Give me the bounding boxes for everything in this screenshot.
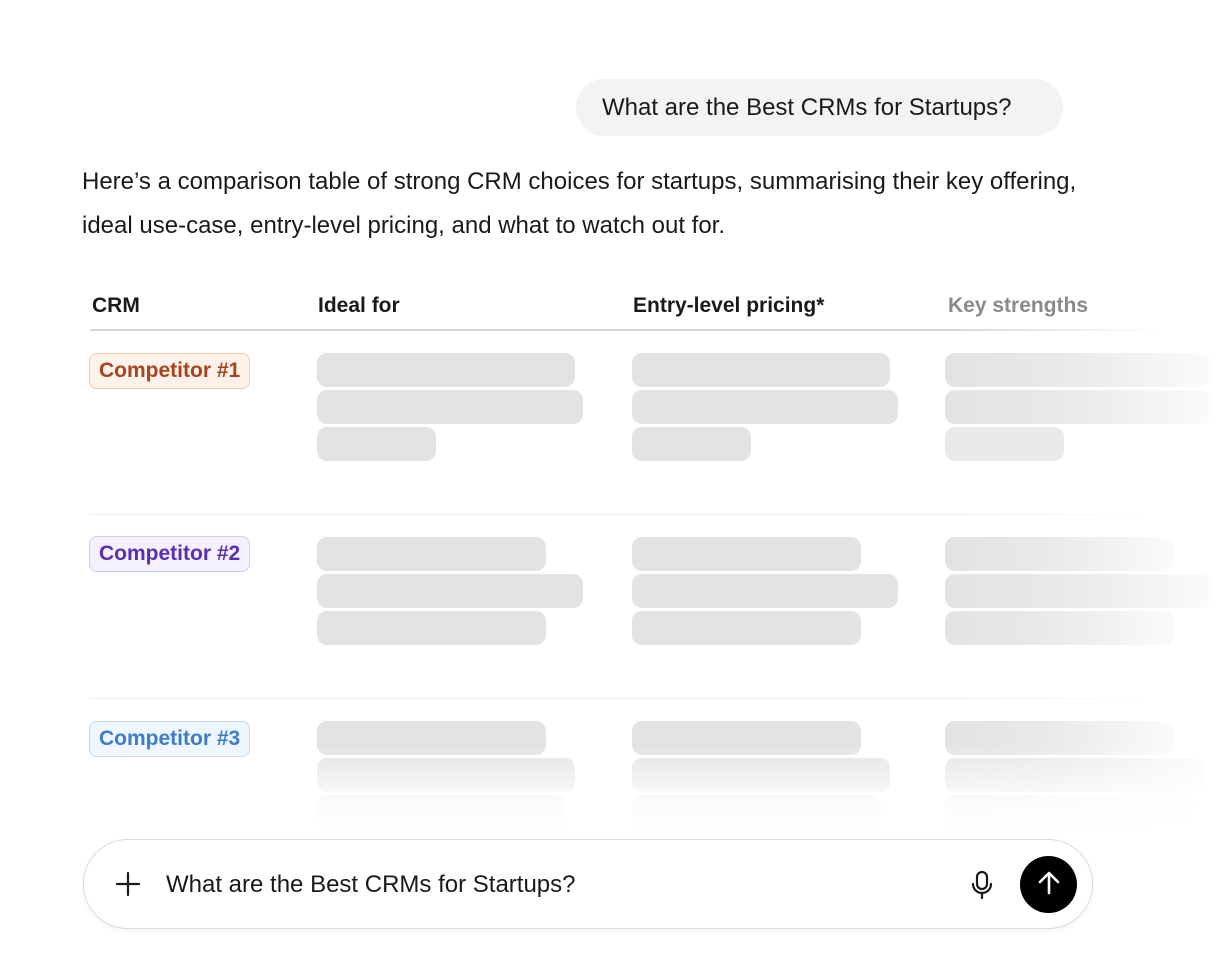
- skeleton-line: [632, 353, 890, 387]
- competitor-name: Competitor #1: [99, 359, 241, 382]
- user-message-bubble: What are the Best CRMs for Startups?: [576, 79, 1063, 136]
- competitor-badge: Competitor #1: [89, 353, 251, 389]
- message-composer: [83, 839, 1093, 929]
- skeleton-line: [632, 537, 861, 571]
- skeleton-line: [632, 611, 861, 645]
- header-key-strengths: Key strengths: [948, 294, 1089, 317]
- skeleton-line: [317, 537, 546, 571]
- header-ideal-for: Ideal for: [318, 294, 400, 317]
- prompt-input[interactable]: [166, 864, 946, 906]
- skeleton-line: [945, 353, 1211, 387]
- send-button[interactable]: [1020, 856, 1077, 913]
- microphone-icon[interactable]: [968, 870, 996, 900]
- skeleton-line: [317, 611, 546, 645]
- skeleton-line: [317, 574, 583, 608]
- arrow-up-icon: [1035, 869, 1063, 900]
- row-divider: [90, 514, 1162, 515]
- skeleton-line: [317, 353, 575, 387]
- skeleton-line: [317, 427, 436, 461]
- skeleton-line: [945, 574, 1211, 608]
- assistant-intro-text: Here’s a comparison table of strong CRM …: [82, 168, 1077, 239]
- skeleton-line: [632, 574, 898, 608]
- row-divider: [90, 698, 1162, 699]
- skeleton-line: [945, 390, 1211, 424]
- header-entry-pricing: Entry-level pricing*: [633, 294, 825, 317]
- competitor-name: Competitor #2: [99, 542, 241, 565]
- skeleton-line: [317, 390, 583, 424]
- header-crm: CRM: [92, 294, 140, 317]
- plus-icon[interactable]: [114, 870, 142, 898]
- table-fade-overlay: [0, 745, 1216, 835]
- skeleton-line: [632, 390, 898, 424]
- user-message-text: What are the Best CRMs for Startups?: [602, 93, 1012, 121]
- skeleton-line: [945, 427, 1064, 461]
- skeleton-line: [632, 427, 751, 461]
- skeleton-line: [945, 611, 1174, 645]
- skeleton-line: [945, 537, 1174, 571]
- competitor-badge: Competitor #2: [89, 536, 251, 572]
- header-divider: [90, 329, 1162, 331]
